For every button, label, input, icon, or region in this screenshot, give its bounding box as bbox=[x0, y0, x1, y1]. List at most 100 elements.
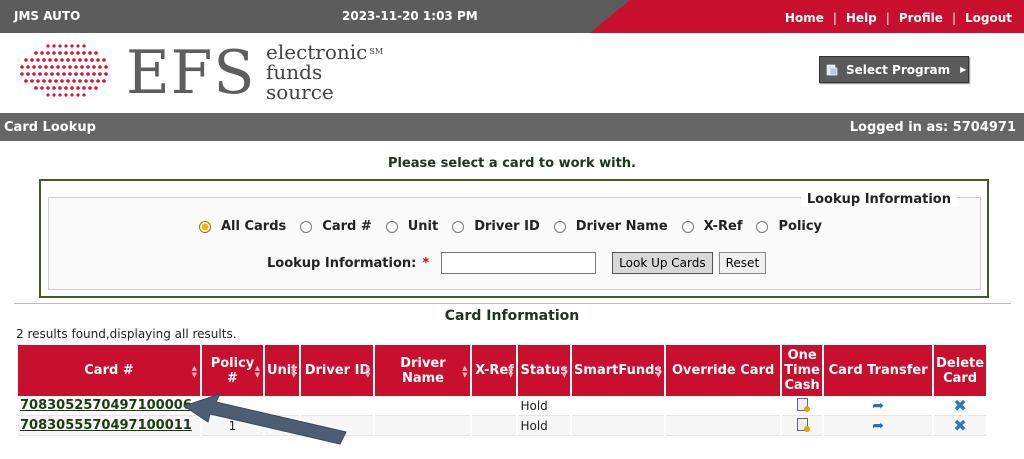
nav-logout-link[interactable]: Logout bbox=[965, 11, 1012, 25]
radio-icon[interactable] bbox=[553, 220, 566, 233]
radio-xref[interactable]: X-Ref bbox=[681, 219, 743, 234]
col-override-card: Override Card bbox=[666, 345, 781, 396]
radio-label: Policy bbox=[778, 219, 823, 234]
cell-delete-card: ✖ bbox=[934, 396, 987, 416]
section-bar: Card Lookup Logged in as: 5704971 bbox=[0, 113, 1024, 141]
results-count: 2 results found,displaying all results. bbox=[16, 327, 237, 341]
cell-policy bbox=[202, 396, 263, 416]
cell-status: Hold bbox=[518, 396, 571, 416]
efs-logo: EFS electronic SM funds source bbox=[18, 38, 398, 110]
cell-unit bbox=[265, 396, 300, 416]
col-xref[interactable]: X-Ref ▲ ▼ bbox=[472, 345, 517, 396]
cell-card-number: 7083055570497100011 bbox=[18, 416, 200, 436]
cell-unit bbox=[265, 416, 300, 436]
cell-override bbox=[666, 416, 781, 436]
col-card-number[interactable]: Card # ▲ ▼ bbox=[18, 345, 200, 396]
card-number-link[interactable]: 7083055570497100011 bbox=[20, 418, 192, 433]
sort-icon[interactable]: ▲ ▼ bbox=[291, 365, 296, 379]
top-bar: JMS AUTO 2023-11-20 1:03 PM Home | Help … bbox=[0, 0, 1024, 33]
caret-right-icon: ▶ bbox=[960, 65, 967, 74]
nav-profile-link[interactable]: Profile bbox=[899, 11, 943, 25]
cell-driver-id bbox=[301, 416, 374, 436]
radio-icon[interactable] bbox=[681, 220, 694, 233]
sort-icon[interactable]: ▲ ▼ bbox=[656, 365, 661, 379]
logged-in-status: Logged in as: 5704971 bbox=[849, 120, 1016, 135]
nav-home-link[interactable]: Home bbox=[785, 11, 824, 25]
app-name: JMS AUTO bbox=[14, 9, 81, 23]
logo-tagline: electronic SM funds source bbox=[266, 42, 383, 102]
nav-help-link[interactable]: Help bbox=[846, 11, 877, 25]
col-policy[interactable]: Policy # ▲ ▼ bbox=[202, 345, 263, 396]
lookup-fieldset bbox=[48, 197, 981, 290]
cell-status: Hold bbox=[518, 416, 571, 436]
card-transfer-icon[interactable]: ➦ bbox=[872, 418, 884, 434]
sort-icon[interactable]: ▲ ▼ bbox=[508, 365, 513, 379]
delete-icon[interactable]: ✖ bbox=[953, 396, 966, 415]
radio-label: All Cards bbox=[221, 219, 287, 234]
col-card-transfer: Card Transfer bbox=[824, 345, 933, 396]
col-driver-name[interactable]: Driver Name ▲ ▼ bbox=[375, 345, 471, 396]
radio-all-cards[interactable]: All Cards bbox=[199, 219, 286, 234]
cell-smartfunds bbox=[572, 396, 665, 416]
radio-selected-icon[interactable] bbox=[199, 220, 211, 233]
radio-card-number[interactable]: Card # bbox=[300, 219, 372, 234]
radio-label: Unit bbox=[407, 219, 439, 234]
reset-button[interactable]: Reset bbox=[718, 252, 767, 274]
cell-xref bbox=[472, 416, 517, 436]
cell-smartfunds bbox=[572, 416, 665, 436]
radio-driver-id[interactable]: Driver ID bbox=[452, 219, 540, 234]
cell-card-transfer: ➦ bbox=[824, 416, 933, 436]
sort-icon[interactable]: ▲ ▼ bbox=[192, 365, 197, 379]
radio-driver-name[interactable]: Driver Name bbox=[553, 219, 668, 234]
lookup-type-radios: All Cards Card # Unit Driver ID Driver N… bbox=[199, 219, 836, 234]
radio-icon[interactable] bbox=[385, 220, 398, 233]
sort-icon[interactable]: ▲ ▼ bbox=[255, 365, 260, 379]
delete-icon[interactable]: ✖ bbox=[953, 416, 966, 435]
logo-wordmark: EFS bbox=[126, 38, 256, 108]
sort-icon[interactable]: ▲ ▼ bbox=[462, 365, 467, 379]
nav-separator: | bbox=[885, 11, 890, 25]
radio-icon[interactable] bbox=[452, 220, 465, 233]
lookup-field-label: Lookup Information: bbox=[267, 255, 417, 271]
card-transfer-icon[interactable]: ➦ bbox=[872, 398, 884, 414]
col-driver-id[interactable]: Driver ID ▲ ▼ bbox=[301, 345, 374, 396]
sort-icon[interactable]: ▲ ▼ bbox=[365, 365, 370, 379]
lookup-input[interactable] bbox=[441, 252, 597, 274]
sort-icon[interactable]: ▲ ▼ bbox=[562, 365, 567, 379]
page-title: Card Lookup bbox=[4, 120, 96, 135]
radio-icon[interactable] bbox=[756, 220, 769, 233]
select-program-label: Select Program bbox=[846, 62, 951, 77]
cell-one-time-cash bbox=[782, 416, 823, 436]
cell-driver-name bbox=[375, 396, 471, 416]
program-icon bbox=[826, 64, 838, 75]
table-header-row: Card # ▲ ▼ Policy # ▲ ▼ Unit ▲ ▼ Driver ID ▲ ▼ D… bbox=[18, 345, 987, 396]
card-number-link[interactable]: 7083052570497100006 bbox=[20, 398, 192, 413]
divider bbox=[14, 303, 1011, 304]
radio-icon[interactable] bbox=[300, 220, 313, 233]
radio-unit[interactable]: Unit bbox=[385, 219, 439, 234]
lookup-panel: Lookup Information All Cards Card # Unit… bbox=[39, 179, 989, 298]
required-marker: * bbox=[422, 255, 430, 271]
datetime: 2023-11-20 1:03 PM bbox=[342, 9, 478, 23]
one-time-cash-icon[interactable] bbox=[796, 397, 810, 412]
table-row: 7083052570497100006 Hold ➦ ✖ bbox=[18, 396, 987, 416]
select-program-button[interactable]: Select Program ▶ bbox=[819, 56, 969, 83]
top-nav: Home | Help | Profile | Logout bbox=[785, 11, 1012, 25]
col-smartfunds[interactable]: SmartFunds ▲ ▼ bbox=[572, 345, 665, 396]
logo-dots-icon bbox=[20, 44, 108, 97]
cell-xref bbox=[472, 396, 517, 416]
col-status[interactable]: Status ▲ ▼ bbox=[518, 345, 571, 396]
col-delete-card: Delete Card bbox=[934, 345, 987, 396]
logo-line3: source bbox=[266, 80, 334, 104]
radio-policy[interactable]: Policy bbox=[756, 219, 822, 234]
one-time-cash-icon[interactable] bbox=[796, 417, 810, 432]
look-up-cards-button[interactable]: Look Up Cards bbox=[612, 252, 713, 274]
instruction-text: Please select a card to work with. bbox=[387, 156, 636, 171]
radio-label: Driver ID bbox=[474, 219, 540, 234]
card-info-title: Card Information bbox=[444, 308, 580, 324]
card-table: Card # ▲ ▼ Policy # ▲ ▼ Unit ▲ ▼ Driver ID ▲ ▼ D… bbox=[16, 345, 988, 436]
col-unit[interactable]: Unit ▲ ▼ bbox=[265, 345, 300, 396]
radio-label: X-Ref bbox=[703, 219, 743, 234]
cell-override bbox=[666, 396, 781, 416]
cell-delete-card: ✖ bbox=[934, 416, 987, 436]
